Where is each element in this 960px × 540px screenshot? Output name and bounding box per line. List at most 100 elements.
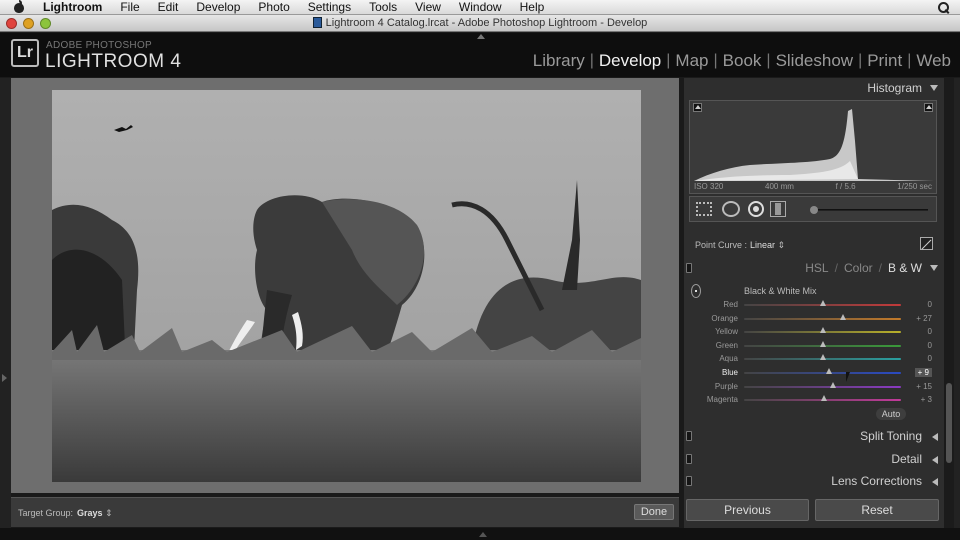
- slider-row-green[interactable]: Green 0: [684, 339, 944, 352]
- menu-window[interactable]: Window: [450, 0, 511, 15]
- expand-triangle-icon[interactable]: [932, 456, 938, 464]
- right-panel-scrollbar[interactable]: [944, 78, 954, 528]
- point-curve-value[interactable]: Linear: [750, 240, 775, 250]
- collapse-triangle-icon[interactable]: [930, 265, 938, 271]
- slider-value[interactable]: + 15: [916, 382, 932, 391]
- slider-knob[interactable]: [819, 340, 826, 347]
- menu-help[interactable]: Help: [511, 0, 554, 15]
- panel-switch-icon[interactable]: [686, 454, 692, 464]
- hsl-header: HSL / Color / B & W: [684, 258, 944, 278]
- histogram-header[interactable]: Histogram: [684, 78, 944, 98]
- panel-switch-icon[interactable]: [686, 263, 692, 273]
- target-adjust-icon[interactable]: [691, 284, 701, 298]
- filmstrip-edge[interactable]: [0, 528, 960, 540]
- auto-button[interactable]: Auto: [876, 408, 906, 420]
- menu-view[interactable]: View: [406, 0, 450, 15]
- highlight-clipping-icon[interactable]: [924, 103, 933, 112]
- menu-tools[interactable]: Tools: [360, 0, 406, 15]
- menu-settings[interactable]: Settings: [299, 0, 360, 15]
- expand-triangle-icon[interactable]: [932, 478, 938, 486]
- slider-value[interactable]: 0: [928, 354, 932, 363]
- detail-header[interactable]: Detail: [684, 449, 944, 469]
- menu-develop[interactable]: Develop: [187, 0, 249, 15]
- split-toning-header[interactable]: Split Toning: [684, 426, 944, 446]
- histogram-exif: ISO 320 400 mm f / 5.6 1/250 sec: [690, 182, 936, 191]
- exif-focal: 400 mm: [765, 182, 794, 191]
- detail-title: Detail: [891, 452, 922, 466]
- tab-color[interactable]: Color: [844, 261, 873, 275]
- module-book[interactable]: Book: [718, 51, 767, 71]
- collapse-top-panel-arrow-icon[interactable]: [477, 34, 485, 39]
- right-panel-edge[interactable]: [954, 78, 960, 528]
- slider-knob[interactable]: [821, 395, 828, 402]
- slider-knob[interactable]: [819, 327, 826, 334]
- panel-switch-icon[interactable]: [686, 431, 692, 441]
- slider-row-yellow[interactable]: Yellow 0: [684, 325, 944, 338]
- reset-button[interactable]: Reset: [815, 499, 939, 521]
- slider-value[interactable]: 0: [928, 341, 932, 350]
- menu-photo[interactable]: Photo: [249, 0, 298, 15]
- lens-corrections-header[interactable]: Lens Corrections: [684, 471, 944, 491]
- module-print[interactable]: Print: [862, 51, 907, 71]
- tab-hsl[interactable]: HSL: [805, 261, 828, 275]
- collapse-triangle-icon[interactable]: [930, 85, 938, 91]
- crop-overlay-icon[interactable]: [696, 202, 712, 216]
- tab-bw[interactable]: B & W: [888, 261, 922, 275]
- histogram-graph: [694, 109, 934, 181]
- slider-value[interactable]: 0: [928, 327, 932, 336]
- slider-row-purple[interactable]: Purple + 15: [684, 380, 944, 393]
- graduated-filter-icon[interactable]: [770, 201, 786, 217]
- elephant-photo[interactable]: [52, 90, 641, 482]
- menu-app[interactable]: Lightroom: [34, 0, 111, 15]
- red-eye-icon[interactable]: [748, 201, 764, 217]
- close-window-button[interactable]: [6, 18, 17, 29]
- apple-icon[interactable]: [12, 0, 26, 14]
- slider-row-blue[interactable]: Blue + 9: [684, 366, 944, 379]
- expand-left-panel-arrow-icon[interactable]: [2, 374, 7, 382]
- minimize-window-button[interactable]: [23, 18, 34, 29]
- slider-knob[interactable]: [819, 354, 826, 361]
- zoom-window-button[interactable]: [40, 18, 51, 29]
- module-develop[interactable]: Develop: [594, 51, 666, 71]
- left-panel-edge[interactable]: [0, 78, 11, 538]
- expand-filmstrip-arrow-icon[interactable]: [479, 532, 487, 537]
- slider-knob[interactable]: [839, 313, 846, 320]
- slider-value[interactable]: + 27: [916, 314, 932, 323]
- menu-edit[interactable]: Edit: [149, 0, 188, 15]
- slider-knob[interactable]: [830, 381, 837, 388]
- point-curve-row: Point Curve : Linear ⇕: [689, 232, 937, 254]
- slider-knob[interactable]: [825, 368, 832, 374]
- slider-track[interactable]: [744, 385, 901, 388]
- previous-button[interactable]: Previous: [686, 499, 809, 521]
- target-group-selector[interactable]: Target Group: Grays ⇕: [18, 508, 113, 519]
- scrollbar-thumb[interactable]: [946, 383, 952, 463]
- slider-value[interactable]: + 3: [921, 395, 932, 404]
- lightroom-header: Lr ADOBE PHOTOSHOP LIGHTROOM 4 Library | …: [0, 33, 960, 77]
- expand-triangle-icon[interactable]: [932, 433, 938, 441]
- module-web[interactable]: Web: [911, 51, 956, 71]
- slider-track[interactable]: [744, 372, 901, 374]
- spotlight-search-icon[interactable]: [937, 1, 950, 14]
- slider-knob[interactable]: [819, 300, 826, 306]
- slider-row-orange[interactable]: Orange + 27: [684, 312, 944, 325]
- adjustment-brush-slider[interactable]: [810, 206, 928, 214]
- histogram[interactable]: ISO 320 400 mm f / 5.6 1/250 sec: [689, 100, 937, 194]
- slider-label: Blue: [721, 368, 738, 377]
- spot-removal-icon[interactable]: [722, 201, 740, 217]
- slider-track[interactable]: [744, 317, 901, 320]
- module-library[interactable]: Library: [528, 51, 590, 71]
- shadow-clipping-icon[interactable]: [693, 103, 702, 112]
- slider-row-magenta[interactable]: Magenta + 3: [684, 393, 944, 406]
- target-group-value[interactable]: Grays: [77, 508, 103, 518]
- module-slideshow[interactable]: Slideshow: [771, 51, 859, 71]
- slider-value[interactable]: + 9: [914, 368, 932, 377]
- menu-file[interactable]: File: [111, 0, 148, 15]
- slider-row-red[interactable]: Red 0: [684, 298, 944, 311]
- slider-row-aqua[interactable]: Aqua 0: [684, 352, 944, 365]
- panel-switch-icon[interactable]: [686, 476, 692, 486]
- module-map[interactable]: Map: [670, 51, 713, 71]
- slider-label: Yellow: [715, 327, 738, 337]
- done-button[interactable]: Done: [634, 504, 674, 520]
- edit-curve-icon[interactable]: [920, 237, 933, 250]
- slider-value[interactable]: 0: [928, 300, 932, 309]
